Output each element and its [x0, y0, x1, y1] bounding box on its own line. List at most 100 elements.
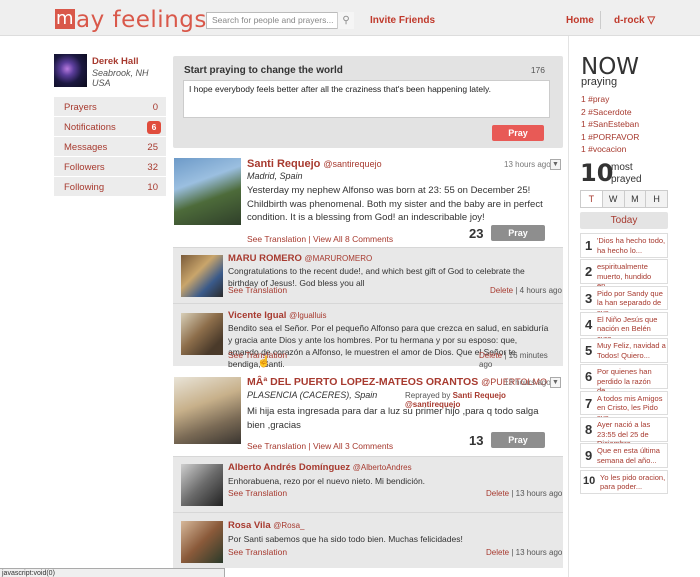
- chevron-down-icon: ▽: [647, 15, 656, 26]
- prayer-textarea[interactable]: I hope everybody feels better after all …: [183, 80, 550, 118]
- stats-menu: Prayers 0 Notifications 6 Messages 25 Follo…: [54, 97, 166, 197]
- comment-meta: Delete | 13 hours ago: [486, 548, 563, 557]
- post-author[interactable]: MÂª DEL PUERTO LOPEZ-MATEOS ORANTOS @PUE…: [247, 376, 547, 388]
- delete-link[interactable]: Delete: [486, 489, 509, 498]
- post-links: See Translation | View All 3 Comments: [247, 441, 394, 451]
- tag-link[interactable]: 1 #PORFAVOR: [581, 131, 639, 144]
- post-time: 13 hours ago: [504, 378, 551, 387]
- delete-link[interactable]: Delete: [479, 351, 502, 360]
- see-translation-link[interactable]: See Translation: [228, 488, 287, 498]
- comment: Alberto Andrés Domínguez @AlbertoAndres …: [173, 456, 563, 512]
- tab-day[interactable]: T: [581, 191, 603, 207]
- home-link[interactable]: Home: [566, 15, 594, 26]
- post-location: Madrid, Spain: [247, 171, 303, 181]
- search-input[interactable]: Search for people and prayers...: [206, 12, 354, 29]
- pray-button[interactable]: Pray: [492, 125, 544, 141]
- list-item[interactable]: 6Por quienes han perdido la razón de...: [580, 364, 668, 395]
- list-item[interactable]: 4El Niño Jesús que nación en Belén cure.…: [580, 311, 668, 343]
- comment-text: Enhorabuena, rezo por el nuevo nieto. Mi…: [228, 476, 426, 486]
- search-icon[interactable]: ⚲: [337, 12, 354, 29]
- composer-title: Start praying to change the world: [184, 65, 343, 76]
- invite-friends-link[interactable]: Invite Friends: [370, 15, 435, 26]
- post-links: See Translation | View All 8 Comments: [247, 234, 394, 244]
- pray-count: 13: [469, 433, 484, 448]
- comment-author[interactable]: MARU ROMERO @MARUROMERO: [228, 253, 372, 264]
- user-menu[interactable]: d-rock ▽: [614, 15, 655, 26]
- chevron-down-icon[interactable]: ▼: [550, 159, 561, 170]
- list-item[interactable]: 1 'Dios ha hecho todo, ha hecho lo...: [580, 233, 668, 258]
- profile-name[interactable]: Derek Hall: [92, 56, 138, 67]
- comment-avatar[interactable]: [181, 313, 223, 355]
- comment-meta: Delete | 4 hours ago: [490, 286, 562, 295]
- pray-button[interactable]: Pray: [491, 432, 545, 448]
- comment: Rosa Vila @Rosa_ Por Santi sabemos que h…: [173, 512, 563, 568]
- see-translation-link[interactable]: See Translation: [228, 285, 287, 295]
- logo[interactable]: may feelings: [55, 7, 207, 33]
- post-text: Yesterday my nephew Alfonso was born at …: [247, 185, 543, 223]
- post-photo[interactable]: [174, 158, 241, 225]
- stat-messages[interactable]: Messages 25: [54, 137, 166, 157]
- see-translation-link[interactable]: See Translation: [247, 441, 306, 451]
- tag-link[interactable]: 2 #Sacerdote: [581, 106, 639, 119]
- notification-badge: 6: [147, 121, 161, 134]
- day-tabs: T W M H: [580, 190, 668, 208]
- comment: MARU ROMERO @MARUROMERO Congratulations …: [173, 247, 563, 303]
- most-prayed-list: 1 'Dios ha hecho todo, ha hecho lo... 2 es…: [580, 233, 668, 496]
- comment-author[interactable]: Rosa Vila @Rosa_: [228, 520, 305, 531]
- most-prayed-label: most prayed: [611, 162, 642, 185]
- list-item[interactable]: 9 Que en esta última semana del año...: [580, 443, 668, 468]
- praying-label: praying: [581, 76, 618, 88]
- tab-day[interactable]: M: [624, 191, 647, 207]
- stat-notifications[interactable]: Notifications 6: [54, 117, 166, 137]
- list-item[interactable]: 8Ayer nació a las 23:55 del 25 de Diciem…: [580, 417, 668, 448]
- avatar[interactable]: [54, 54, 87, 87]
- delete-link[interactable]: Delete: [486, 548, 509, 557]
- today-button[interactable]: Today: [580, 212, 668, 229]
- tag-link[interactable]: 1 #SanEsteban: [581, 118, 639, 131]
- list-item[interactable]: 2espiritualmente muerto, hundido en...: [580, 259, 668, 290]
- stat-followers[interactable]: Followers 32: [54, 157, 166, 177]
- see-translation-link[interactable]: See Translation: [228, 547, 287, 557]
- comment-avatar[interactable]: [181, 464, 223, 506]
- post: MÂª DEL PUERTO LOPEZ-MATEOS ORANTOS @PUE…: [173, 372, 563, 456]
- list-item[interactable]: 7A todos mis Amigos en Cristo, les Pido …: [580, 390, 668, 422]
- prayer-composer: Start praying to change the world 176 I …: [173, 56, 563, 148]
- divider: [600, 11, 601, 29]
- comment-author[interactable]: Vicente Igual @Igualluis: [228, 310, 327, 321]
- see-translation-link[interactable]: See Translation: [247, 234, 306, 244]
- comment-avatar[interactable]: [181, 521, 223, 563]
- trending-tags: 1 #pray 2 #Sacerdote 1 #SanEsteban 1 #PO…: [581, 93, 639, 156]
- pray-count: 23: [469, 226, 484, 241]
- profile-location: Seabrook, NH USA: [92, 68, 149, 88]
- comment: Vicente Igual @Igualluis Bendito sea el …: [173, 303, 563, 369]
- comment-avatar[interactable]: [181, 255, 223, 297]
- view-comments-link[interactable]: View All 8 Comments: [313, 234, 393, 244]
- chevron-down-icon[interactable]: ▼: [550, 377, 561, 388]
- list-item[interactable]: 10 Yo les pido oracion, para poder...: [580, 469, 668, 495]
- tab-day[interactable]: W: [602, 191, 625, 207]
- post-author[interactable]: Santi Requejo @santirequejo: [247, 158, 382, 170]
- comment-meta: Delete | 16 minutes ago: [479, 351, 548, 369]
- stat-prayers[interactable]: Prayers 0: [54, 97, 166, 117]
- post-text: Mi hija esta ingresada para dar a luz su…: [247, 406, 539, 431]
- post-location: PLASENCIA (CACERES), Spain: [247, 390, 378, 400]
- stat-following[interactable]: Following 10: [54, 177, 166, 197]
- post-time: 13 hours ago: [504, 160, 551, 169]
- comment-text: Por Santi sabemos que ha sido todo bien.…: [228, 534, 463, 544]
- list-item[interactable]: 5 Muy Feliz, navidad a Todos! Quiero...: [580, 338, 668, 363]
- post-photo[interactable]: [174, 377, 241, 444]
- pray-button[interactable]: Pray: [491, 225, 545, 241]
- view-comments-link[interactable]: View All 3 Comments: [313, 441, 393, 451]
- tag-link[interactable]: 1 #pray: [581, 93, 639, 106]
- column-divider: [568, 36, 569, 577]
- top-bar: may feelings Search for people and praye…: [0, 0, 700, 36]
- tab-day[interactable]: H: [646, 191, 667, 207]
- post: Santi Requejo @santirequejo Madrid, Spai…: [173, 155, 563, 247]
- comment-author[interactable]: Alberto Andrés Domínguez @AlbertoAndres: [228, 462, 412, 473]
- delete-link[interactable]: Delete: [490, 286, 513, 295]
- list-item[interactable]: 3Pido por Sandy que la han separado de s…: [580, 285, 668, 317]
- main-column: Start praying to change the world 176 I …: [173, 56, 563, 148]
- hand-cursor-icon: ☝: [257, 356, 271, 368]
- browser-status-bar: javascript:void(0): [0, 568, 225, 577]
- tag-link[interactable]: 1 #vocacion: [581, 143, 639, 156]
